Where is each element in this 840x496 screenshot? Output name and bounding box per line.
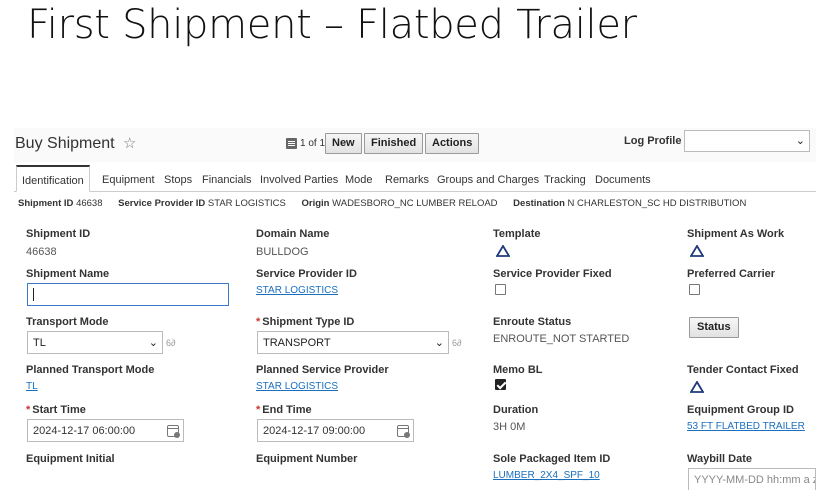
- log-profile-label: Log Profile: [624, 135, 682, 147]
- tab-stops[interactable]: Stops: [164, 174, 192, 186]
- log-profile-select[interactable]: ⌄: [684, 130, 810, 152]
- shipment-type-id-value: TRANSPORT: [263, 337, 331, 349]
- actions-button[interactable]: Actions: [425, 133, 480, 154]
- end-time-value: 2024-12-17 09:00:00: [263, 425, 366, 437]
- calendar-icon[interactable]: [167, 425, 180, 438]
- shipment-summary-bar: Shipment ID 46638 Service Provider ID ST…: [18, 198, 746, 209]
- tab-mode[interactable]: Mode: [345, 174, 373, 186]
- page-title: Buy Shipment: [15, 135, 115, 152]
- shipment-type-id-label: * Shipment Type ID: [256, 316, 355, 328]
- equipment-group-id-link[interactable]: 53 FT FLATBED TRAILER: [687, 421, 805, 432]
- service-provider-id-link[interactable]: STAR LOGISTICS: [256, 285, 338, 296]
- transport-mode-value: TL: [33, 337, 46, 349]
- shipment-form: Buy Shipment ☆ 1 of 1 New Finished Actio…: [14, 128, 816, 490]
- list-icon[interactable]: [286, 138, 297, 149]
- tab-financials[interactable]: Financials: [202, 174, 252, 186]
- page-header: Buy Shipment ☆ 1 of 1 New Finished Actio…: [14, 128, 816, 162]
- summary-destination-label: Destination: [513, 198, 565, 209]
- tab-identification[interactable]: Identification: [16, 165, 90, 192]
- service-provider-fixed-checkbox[interactable]: [495, 284, 506, 295]
- shipment-type-id-label-text: Shipment Type ID: [262, 316, 355, 328]
- planned-service-provider-link[interactable]: STAR LOGISTICS: [256, 381, 338, 392]
- memo-bl-checkbox[interactable]: [495, 379, 506, 390]
- shipment-id-label: Shipment ID: [26, 228, 91, 240]
- chevron-down-icon: ⌄: [795, 135, 805, 147]
- transport-mode-label: Transport Mode: [26, 316, 109, 328]
- finished-button[interactable]: Finished: [364, 133, 424, 154]
- end-time-input[interactable]: 2024-12-17 09:00:00: [257, 419, 414, 442]
- summary-provider: STAR LOGISTICS: [207, 198, 286, 209]
- start-time-label: * Start Time: [26, 404, 86, 416]
- equipment-group-id-label: Equipment Group ID: [687, 404, 794, 416]
- waybill-date-placeholder: YYYY-MM-DD hh:mm a z: [694, 474, 816, 486]
- summary-provider-label: Service Provider ID: [118, 198, 206, 209]
- tender-contact-fixed-triangle-icon: [690, 381, 704, 393]
- service-provider-id-label: Service Provider ID: [256, 268, 357, 280]
- start-time-label-text: Start Time: [32, 404, 86, 416]
- status-button[interactable]: Status: [689, 317, 739, 338]
- new-button[interactable]: New: [325, 133, 362, 154]
- shipment-name-label: Shipment Name: [26, 268, 110, 280]
- summary-origin: WADESBORO_NC LUMBER RELOAD: [332, 198, 498, 209]
- planned-transport-mode-link[interactable]: TL: [26, 381, 38, 392]
- end-time-label-text: End Time: [262, 404, 312, 416]
- chevron-down-icon: ⌄: [148, 337, 158, 349]
- tab-remarks[interactable]: Remarks: [385, 174, 429, 186]
- shipment-id-value: 46638: [26, 246, 57, 258]
- calendar-icon[interactable]: [397, 425, 410, 438]
- sole-packaged-item-id-link[interactable]: LUMBER_2X4_SPF_10: [493, 470, 600, 481]
- preferred-carrier-checkbox[interactable]: [689, 284, 700, 295]
- waybill-date-label: Waybill Date: [687, 453, 752, 465]
- tab-groups-and-charges[interactable]: Groups and Charges: [437, 174, 539, 186]
- star-icon[interactable]: ☆: [123, 134, 136, 152]
- transport-mode-select[interactable]: TL ⌄: [27, 331, 163, 354]
- tab-equipment[interactable]: Equipment: [102, 174, 155, 186]
- domain-name-label: Domain Name: [256, 228, 330, 240]
- shipment-name-input[interactable]: [27, 283, 229, 306]
- preferred-carrier-label: Preferred Carrier: [687, 268, 776, 280]
- domain-name-value: BULLDOG: [256, 246, 309, 258]
- summary-destination: N CHARLESTON_SC HD DISTRIBUTION: [567, 198, 747, 209]
- slide-title: First Shipment – Flatbed Trailer: [27, 2, 637, 48]
- duration-label: Duration: [493, 404, 539, 416]
- template-label: Template: [493, 228, 541, 240]
- chevron-down-icon: ⌄: [434, 337, 444, 349]
- tab-documents[interactable]: Documents: [595, 174, 651, 186]
- memo-bl-label: Memo BL: [493, 364, 543, 376]
- planned-service-provider-label: Planned Service Provider: [256, 364, 389, 376]
- enroute-status-value: ENROUTE_NOT STARTED: [493, 333, 630, 345]
- summary-shipment-id: 46638: [76, 198, 103, 209]
- tab-tracking[interactable]: Tracking: [544, 174, 586, 186]
- lookup-icon[interactable]: 6∂: [452, 338, 461, 348]
- tender-contact-fixed-label: Tender Contact Fixed: [687, 364, 799, 376]
- equipment-number-label: Equipment Number: [256, 453, 358, 465]
- lookup-icon[interactable]: 6∂: [166, 338, 175, 348]
- waybill-date-input[interactable]: YYYY-MM-DD hh:mm a z: [688, 468, 816, 490]
- text-caret: [33, 288, 34, 301]
- service-provider-fixed-label: Service Provider Fixed: [493, 268, 612, 280]
- summary-shipment-id-label: Shipment ID: [18, 198, 74, 209]
- start-time-input[interactable]: 2024-12-17 06:00:00: [27, 419, 184, 442]
- pager: 1 of 1: [300, 138, 326, 149]
- shipment-type-id-select[interactable]: TRANSPORT ⌄: [257, 331, 449, 354]
- duration-value: 3H 0M: [493, 421, 526, 433]
- tab-bar: Identification Equipment Stops Financial…: [14, 165, 816, 192]
- planned-transport-mode-label: Planned Transport Mode: [26, 364, 155, 376]
- summary-origin-label: Origin: [301, 198, 330, 209]
- template-triangle-icon: [496, 245, 510, 257]
- tab-involved-parties[interactable]: Involved Parties: [260, 174, 338, 186]
- start-time-value: 2024-12-17 06:00:00: [33, 425, 136, 437]
- shipment-as-work-label: Shipment As Work: [687, 228, 785, 240]
- shipment-as-work-triangle-icon: [690, 245, 704, 257]
- enroute-status-label: Enroute Status: [493, 316, 572, 328]
- end-time-label: * End Time: [256, 404, 312, 416]
- equipment-initial-label: Equipment Initial: [26, 453, 115, 465]
- sole-packaged-item-id-label: Sole Packaged Item ID: [493, 453, 611, 465]
